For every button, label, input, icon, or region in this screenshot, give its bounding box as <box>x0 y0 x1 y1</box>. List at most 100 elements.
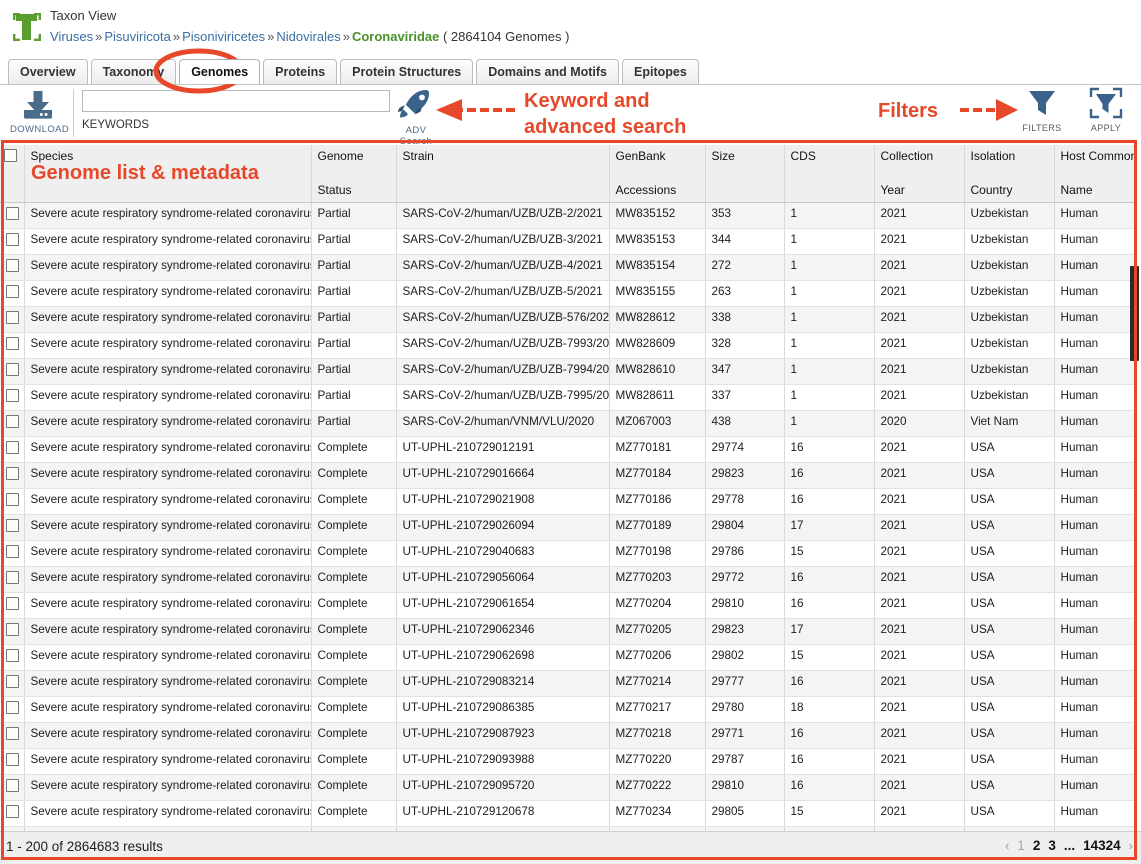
tab-genomes[interactable]: Genomes <box>179 59 261 84</box>
row-select-cell[interactable] <box>0 332 25 359</box>
row-checkbox[interactable] <box>6 623 19 636</box>
pagination-page-1[interactable]: 1 <box>1013 838 1029 853</box>
row-checkbox[interactable] <box>6 337 19 350</box>
table-row[interactable]: Severe acute respiratory syndrome-relate… <box>0 280 1136 307</box>
table-row[interactable]: Severe acute respiratory syndrome-relate… <box>0 306 1136 333</box>
search-input[interactable] <box>82 90 390 112</box>
tab-protein-structures[interactable]: Protein Structures <box>340 59 474 84</box>
vertical-scrollbar[interactable] <box>1130 146 1139 831</box>
pagination-last-page[interactable]: 14324 <box>1079 838 1125 853</box>
row-select-cell[interactable] <box>0 254 25 281</box>
table-row[interactable]: Severe acute respiratory syndrome-relate… <box>0 254 1136 281</box>
tab-overview[interactable]: Overview <box>8 59 88 84</box>
row-select-cell[interactable] <box>0 358 25 385</box>
row-select-cell[interactable] <box>0 306 25 333</box>
row-checkbox[interactable] <box>6 415 19 428</box>
table-row[interactable]: Severe acute respiratory syndrome-relate… <box>0 384 1136 411</box>
row-checkbox[interactable] <box>6 467 19 480</box>
row-checkbox[interactable] <box>6 259 19 272</box>
pagination-page-3[interactable]: 3 <box>1044 838 1060 853</box>
table-row[interactable]: Severe acute respiratory syndrome-relate… <box>0 410 1136 437</box>
row-checkbox[interactable] <box>6 363 19 376</box>
row-select-cell[interactable] <box>0 514 25 541</box>
table-row[interactable]: Severe acute respiratory syndrome-relate… <box>0 566 1136 593</box>
row-select-cell[interactable] <box>0 696 25 723</box>
row-select-cell[interactable] <box>0 800 25 827</box>
row-select-cell[interactable] <box>0 462 25 489</box>
row-select-cell[interactable] <box>0 748 25 775</box>
row-select-cell[interactable] <box>0 202 25 229</box>
row-checkbox[interactable] <box>6 571 19 584</box>
adv-search-button[interactable]: ADV Search <box>390 87 442 147</box>
column-header-strain[interactable]: Strain <box>396 145 610 203</box>
breadcrumb-item-viruses[interactable]: Viruses <box>50 29 93 44</box>
table-row[interactable]: Severe acute respiratory syndrome-relate… <box>0 228 1136 255</box>
table-row[interactable]: Severe acute respiratory syndrome-relate… <box>0 800 1136 827</box>
filters-button[interactable]: FILTERS <box>1016 87 1068 133</box>
table-row[interactable]: Severe acute respiratory syndrome-relate… <box>0 644 1136 671</box>
table-row[interactable]: Severe acute respiratory syndrome-relate… <box>0 462 1136 489</box>
row-select-cell[interactable] <box>0 722 25 749</box>
row-select-cell[interactable] <box>0 228 25 255</box>
row-checkbox[interactable] <box>6 285 19 298</box>
row-checkbox[interactable] <box>6 207 19 220</box>
column-header-size[interactable]: Size <box>705 145 785 203</box>
table-row[interactable]: Severe acute respiratory syndrome-relate… <box>0 592 1136 619</box>
row-checkbox[interactable] <box>6 649 19 662</box>
table-row[interactable]: Severe acute respiratory syndrome-relate… <box>0 358 1136 385</box>
table-row[interactable]: Severe acute respiratory syndrome-relate… <box>0 514 1136 541</box>
column-header-genome-status[interactable]: Genome Status <box>311 145 397 203</box>
row-checkbox[interactable] <box>6 519 19 532</box>
table-row[interactable]: Severe acute respiratory syndrome-relate… <box>0 670 1136 697</box>
row-checkbox[interactable] <box>6 727 19 740</box>
tab-proteins[interactable]: Proteins <box>263 59 338 84</box>
select-all-checkbox[interactable] <box>4 149 17 162</box>
row-select-cell[interactable] <box>0 618 25 645</box>
row-select-cell[interactable] <box>0 280 25 307</box>
row-checkbox[interactable] <box>6 493 19 506</box>
table-row[interactable]: Severe acute respiratory syndrome-relate… <box>0 618 1136 645</box>
column-header-cds[interactable]: CDS <box>784 145 875 203</box>
row-checkbox[interactable] <box>6 545 19 558</box>
download-button[interactable]: DOWNLOAD <box>10 90 69 135</box>
row-select-cell[interactable] <box>0 592 25 619</box>
row-checkbox[interactable] <box>6 675 19 688</box>
row-checkbox[interactable] <box>6 233 19 246</box>
table-row[interactable]: Severe acute respiratory syndrome-relate… <box>0 722 1136 749</box>
column-header-isolation-country[interactable]: Isolation Country <box>964 145 1055 203</box>
row-select-cell[interactable] <box>0 774 25 801</box>
table-row[interactable]: Severe acute respiratory syndrome-relate… <box>0 774 1136 801</box>
row-select-cell[interactable] <box>0 670 25 697</box>
tab-domains-and-motifs[interactable]: Domains and Motifs <box>476 59 619 84</box>
row-select-cell[interactable] <box>0 436 25 463</box>
table-row[interactable]: Severe acute respiratory syndrome-relate… <box>0 540 1136 567</box>
table-row[interactable]: Severe acute respiratory syndrome-relate… <box>0 696 1136 723</box>
row-checkbox[interactable] <box>6 779 19 792</box>
row-checkbox[interactable] <box>6 311 19 324</box>
column-header-collection-year[interactable]: Collection Year <box>874 145 965 203</box>
table-row[interactable]: Severe acute respiratory syndrome-relate… <box>0 748 1136 775</box>
vertical-scrollbar-thumb[interactable] <box>1130 266 1139 361</box>
row-checkbox[interactable] <box>6 389 19 402</box>
breadcrumb-item-pisoniviricetes[interactable]: Pisoniviricetes <box>182 29 265 44</box>
pagination-page-2[interactable]: 2 <box>1029 838 1045 853</box>
row-select-cell[interactable] <box>0 384 25 411</box>
row-select-cell[interactable] <box>0 410 25 437</box>
row-select-cell[interactable] <box>0 540 25 567</box>
breadcrumb-item-nidovirales[interactable]: Nidovirales <box>276 29 340 44</box>
table-row[interactable]: Severe acute respiratory syndrome-relate… <box>0 436 1136 463</box>
table-row[interactable]: Severe acute respiratory syndrome-relate… <box>0 488 1136 515</box>
pagination-next[interactable]: › <box>1125 838 1137 853</box>
tab-taxonomy[interactable]: Taxonomy <box>90 59 177 84</box>
breadcrumb-item-pisuviricota[interactable]: Pisuviricota <box>104 29 170 44</box>
table-row[interactable]: Severe acute respiratory syndrome-relate… <box>0 202 1136 229</box>
column-header-genbank-accessions[interactable]: GenBank Accessions <box>609 145 706 203</box>
row-checkbox[interactable] <box>6 441 19 454</box>
row-select-cell[interactable] <box>0 566 25 593</box>
column-header-host-common-name[interactable]: Host Common Name <box>1054 145 1136 203</box>
row-select-cell[interactable] <box>0 488 25 515</box>
apply-filters-button[interactable]: APPLY <box>1080 87 1132 133</box>
select-all-header[interactable] <box>0 145 25 203</box>
pagination-prev[interactable]: ‹ <box>1001 838 1013 853</box>
table-row[interactable]: Severe acute respiratory syndrome-relate… <box>0 332 1136 359</box>
